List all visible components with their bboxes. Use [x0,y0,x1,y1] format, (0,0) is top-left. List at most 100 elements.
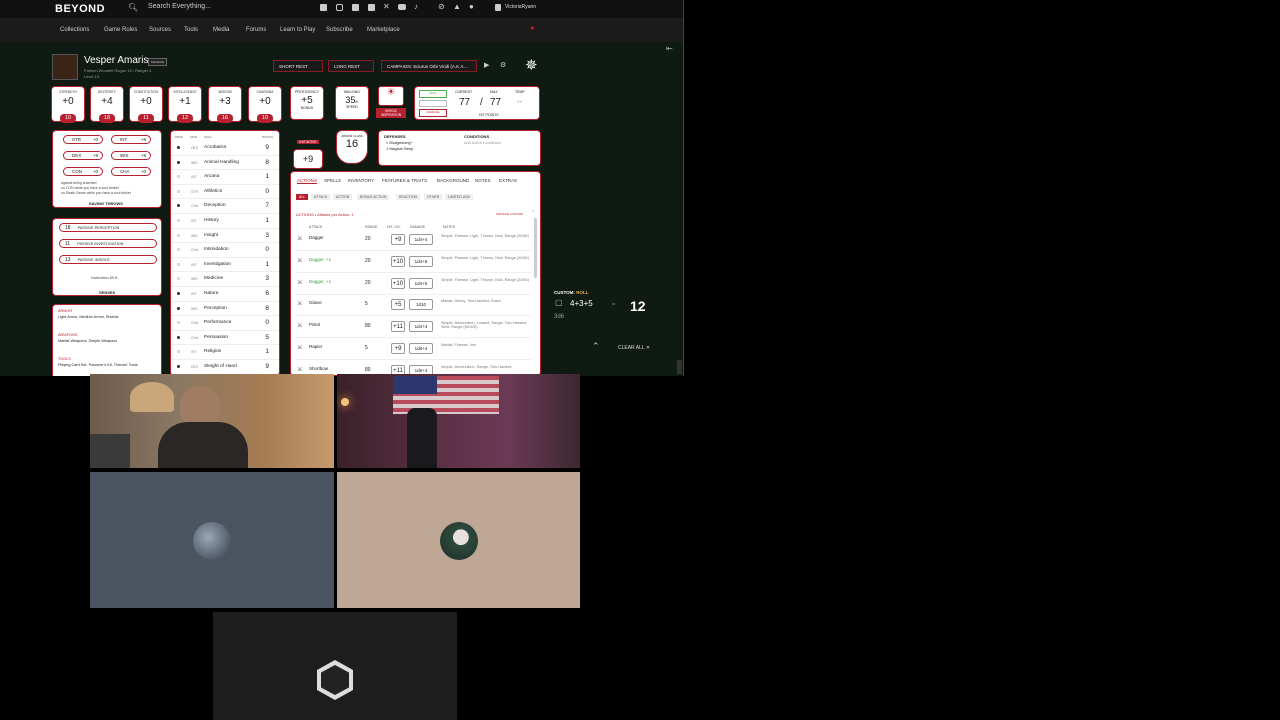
ability-intelligence[interactable]: INTELLIGENCE +1 12 [168,86,202,123]
tab-notes[interactable]: NOTES [475,178,491,183]
filter-reaction[interactable]: REACTION [396,194,421,200]
skill-row[interactable]: INT History 1 [171,214,279,229]
short-rest-button[interactable]: SHORT REST [273,60,323,72]
attack-row[interactable]: ⚔ Dagger 20 +9 1d4+4 Simple, Finesse, Light, … [295,231,531,251]
clear-all-button[interactable]: CLEAR ALL ✕ [618,345,650,351]
attack-row[interactable]: ⚔ Pistol 80 +11 1d4+4 Simple, Ammunition, Loa… [295,318,531,339]
tab-features[interactable]: FEATURES & TRAITS [382,178,427,183]
skill-row[interactable]: DEX Acrobatics 9 [171,141,279,156]
chevron-up-icon[interactable]: ⌃ [531,210,535,216]
ability-charisma[interactable]: CHARISMA +0 10 [248,86,282,123]
heroic-inspiration[interactable]: ☀ HEROIC INSPIRATION [376,86,406,120]
chevron-up-icon[interactable]: ⌃ [592,341,600,352]
ability-wisdom[interactable]: WISDOM +3 16 [208,86,242,123]
avatar[interactable] [495,4,501,11]
discord-icon[interactable] [320,4,327,11]
tab-inventory[interactable]: INVENTORY [348,178,374,183]
nav-media[interactable]: Media [213,27,229,33]
skill-row[interactable]: INT Investigation 1 [171,258,279,273]
webcam-tile-4[interactable] [337,472,580,608]
nav-tools[interactable]: Tools [184,27,198,33]
attack-hit-button[interactable]: +9 [391,343,405,354]
attack-damage-button[interactable]: 1d10 [409,299,433,311]
attack-hit-button[interactable]: +11 [391,321,405,333]
manage-custom-button[interactable]: MANAGE CUSTOM [496,212,523,216]
search-icon[interactable]: 🔍︎ [128,3,138,12]
bell-icon[interactable]: ▲ [453,2,461,11]
webcam-tile-5[interactable] [213,612,457,720]
filter-other[interactable]: OTHER [424,194,443,200]
save-str[interactable]: STR +0 [63,135,103,144]
page-scrollbar[interactable] [677,360,682,374]
attack-row[interactable]: ⚔ Glaive 5 +5 1d10 Martial, Heavy, Two-Handed… [295,296,531,317]
save-wis[interactable]: WIS +8 [111,151,151,160]
attack-damage-button[interactable]: 1d8+4 [409,343,433,354]
scrollbar[interactable] [534,218,537,278]
skill-row[interactable]: WIS Medicine 3 [171,272,279,287]
attack-row[interactable]: ⚔ Dagger, +1 20 +10 1d4+5 Simple, Finesse, Li… [295,275,531,295]
nav-collections[interactable]: Collections [60,27,89,33]
attack-row[interactable]: ⚔ Dagger, +1 20 +10 1d4+5 Simple, Finesse, Li… [295,253,531,273]
nav-game-rules[interactable]: Game Rules [104,27,137,33]
hp-amount-input[interactable] [419,100,447,107]
save-cha[interactable]: CHA +0 [111,167,151,176]
attack-damage-button[interactable]: 1d4+5 [409,255,433,267]
passive-investigation[interactable]: 11 PASSIVE INVESTIGATION [59,239,157,248]
skill-row[interactable]: STR Athletics 0 [171,185,279,200]
skill-row[interactable]: CHA Deception 7 [171,199,279,214]
attack-row[interactable]: ⚔ Rapier 5 +9 1d8+4 Martial, Finesse, Vex [295,340,531,360]
filter-bonus-action[interactable]: BONUS ACTION [357,194,390,200]
attack-damage-button[interactable]: 1d4+4 [409,234,433,245]
hp-current[interactable]: 77 [459,97,470,108]
save-con[interactable]: CON +0 [63,167,103,176]
twitch-icon[interactable] [368,4,375,11]
armor-class[interactable]: ARMOR CLASS 16 [336,130,368,164]
skill-row[interactable]: DEX Sleight of Hand 9 [171,360,279,375]
collapse-icon[interactable]: ⇤ [666,44,673,53]
tiktok-icon[interactable]: ♪ [414,2,418,11]
ability-constitution[interactable]: CONSTITUTION +0 11 [129,86,163,123]
hp-temp[interactable]: -- [517,97,522,106]
manage-button[interactable]: MANAGE [148,58,168,66]
username[interactable]: VictoriaRyann [505,4,536,10]
ability-strength[interactable]: STRENGTH +0 10 [51,86,85,123]
dragon-icon[interactable]: ✦ [529,24,536,33]
skill-row[interactable]: WIS Perception 8 [171,302,279,317]
skill-row[interactable]: WIS Insight 3 [171,229,279,244]
nav-sources[interactable]: Sources [149,27,171,33]
attack-hit-button[interactable]: +5 [391,299,405,311]
attack-hit-button[interactable]: +9 [391,234,405,245]
passive-insight[interactable]: 13 PASSIVE INSIGHT [59,255,157,264]
save-dex[interactable]: DEX +9 [63,151,103,160]
skill-row[interactable]: INT Nature 6 [171,287,279,302]
tab-actions[interactable]: ACTIONS [297,178,318,184]
tab-spells[interactable]: SPELLS [324,178,341,183]
attack-hit-button[interactable]: +10 [391,255,405,267]
search-input[interactable]: Search Everything... [148,3,211,10]
webcam-tile-2[interactable] [337,374,580,468]
filter-limited-use[interactable]: LIMITED USE [445,194,473,200]
save-int[interactable]: INT +6 [111,135,151,144]
skill-row[interactable]: CHA Performance 0 [171,316,279,331]
ability-dexterity[interactable]: DEXTERITY +4 18 [90,86,124,123]
dice-icon[interactable]: ⊘ [438,2,445,11]
skill-row[interactable]: INT Religion 1 [171,345,279,360]
conditions-placeholder[interactable]: Add Active Conditions [464,141,501,145]
x-icon[interactable]: ✕ [383,2,390,11]
skill-row[interactable]: CHA Intimidation 0 [171,243,279,258]
inspiration-icon[interactable]: ☀ [378,86,404,106]
skill-row[interactable]: CHA Persuasion 5 [171,331,279,346]
gear-icon[interactable]: ⚙ [500,61,506,69]
instagram-icon[interactable] [336,4,343,11]
tab-extras[interactable]: EXTRAS [499,178,517,183]
attack-damage-button[interactable]: 1d4+4 [409,321,433,333]
nav-subscribe[interactable]: Subscribe [326,27,353,33]
facebook-icon[interactable] [352,4,359,11]
character-portrait[interactable] [52,54,78,80]
tab-background[interactable]: BACKGROUND [437,178,469,183]
filter-all[interactable]: ALL [296,194,309,200]
skill-row[interactable]: WIS Animal Handling 8 [171,156,279,171]
damage-button[interactable]: DAMAGE [419,109,447,117]
filter-attack[interactable]: ATTACK [311,194,331,200]
nav-forums[interactable]: Forums [246,27,266,33]
